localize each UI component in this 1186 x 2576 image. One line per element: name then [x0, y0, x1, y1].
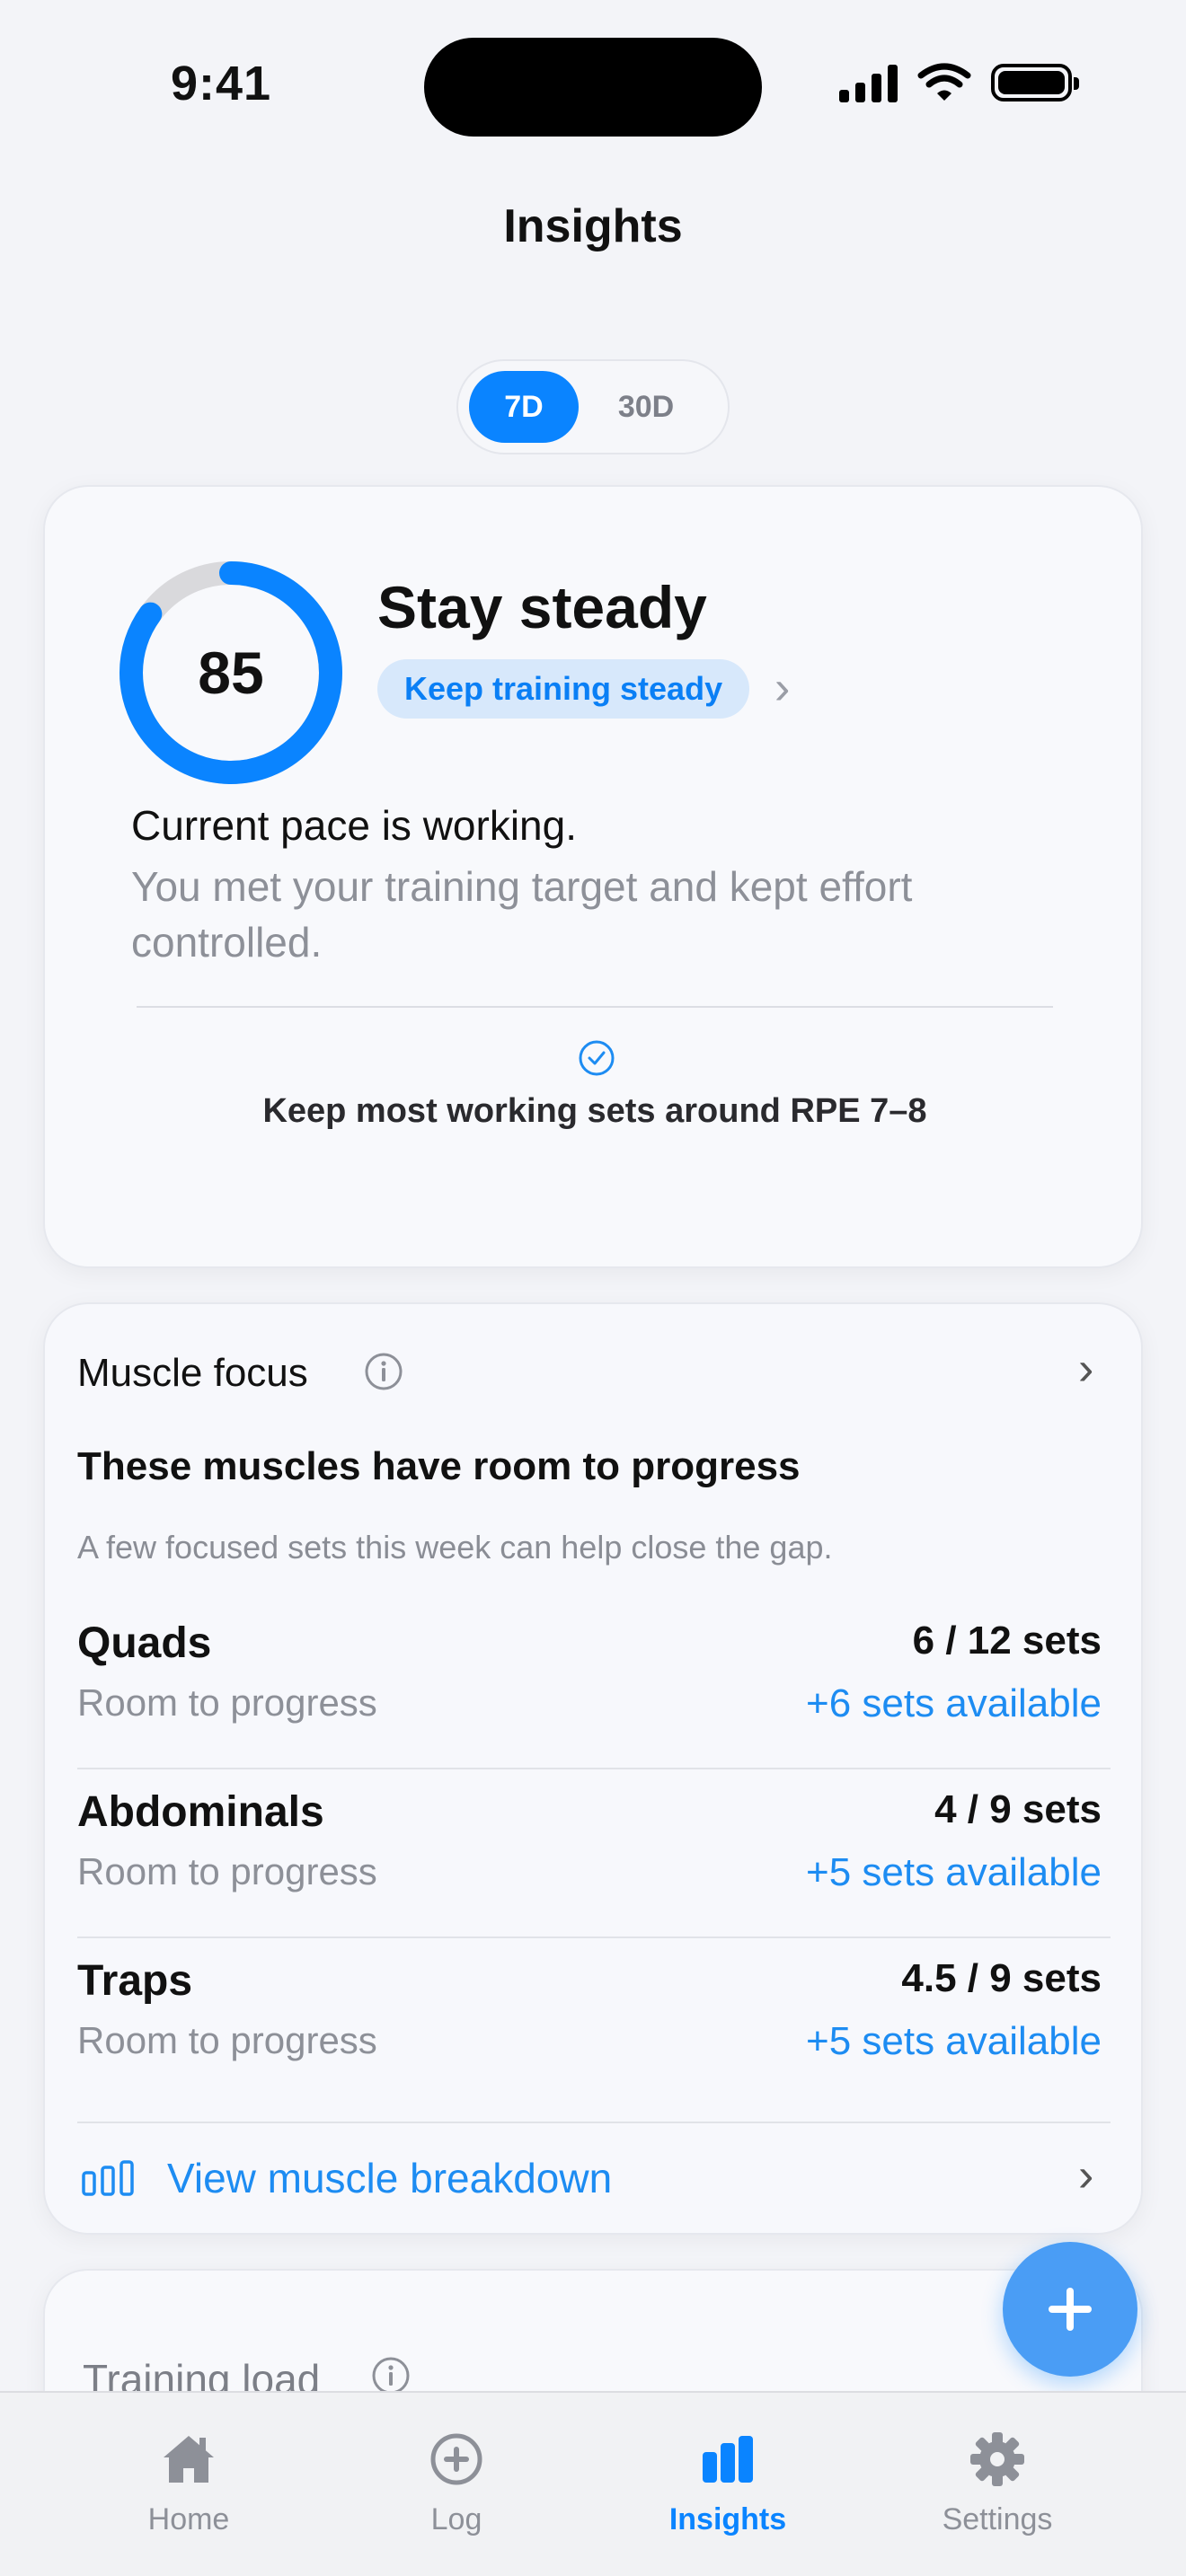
muscle-status: Room to progress — [77, 1681, 377, 1724]
insights-screen: 9:41 Insights 7D 30D 85 Stay steady Keep… — [0, 0, 1186, 2576]
muscle-sets: 4 / 9 sets — [934, 1787, 1102, 1831]
muscle-available: +5 sets available — [806, 1850, 1102, 1894]
muscle-focus-headline: These muscles have room to progress — [77, 1444, 801, 1488]
tab-bar: Home Log Insights Settings — [0, 2391, 1186, 2576]
view-muscle-breakdown-link[interactable]: View muscle breakdown — [81, 2154, 612, 2202]
tab-label: Settings — [942, 2502, 1053, 2536]
muscle-row[interactable]: Abdominals Room to progress 4 / 9 sets +… — [77, 1769, 1111, 1938]
score-title: Stay steady — [377, 574, 707, 640]
wifi-icon — [917, 63, 971, 101]
chevron-right-icon[interactable]: › — [774, 665, 790, 711]
plus-circle-icon — [430, 2433, 482, 2485]
check-circle-icon — [579, 1040, 615, 1076]
muscle-row[interactable]: Quads Room to progress 6 / 12 sets +6 se… — [77, 1601, 1111, 1769]
muscle-sets: 4.5 / 9 sets — [901, 1956, 1102, 2000]
muscle-row[interactable]: Traps Room to progress 4.5 / 9 sets +5 s… — [77, 1938, 1111, 2107]
page-title: Insights — [503, 200, 683, 252]
breakdown-divider — [77, 2122, 1111, 2123]
muscle-status: Room to progress — [77, 1850, 377, 1892]
tab-label: Insights — [668, 2502, 787, 2536]
muscle-focus-subtitle: A few focused sets this week can help cl… — [77, 1529, 833, 1566]
pace-title: Current pace is working. — [131, 802, 577, 849]
tab-settings[interactable]: Settings — [898, 2429, 1096, 2537]
range-segmented-control: 7D 30D — [456, 359, 730, 454]
tab-label: Home — [147, 2502, 230, 2536]
add-workout-button[interactable] — [1003, 2242, 1137, 2377]
dynamic-island — [424, 38, 762, 137]
tab-log[interactable]: Log — [358, 2429, 555, 2537]
tab-label: Log — [430, 2502, 482, 2536]
recommendation-pill[interactable]: Keep training steady — [377, 659, 750, 719]
muscle-available: +5 sets available — [806, 2019, 1102, 2063]
range-option-7d[interactable]: 7D — [469, 371, 579, 443]
muscle-name: Abdominals — [77, 1788, 324, 1836]
info-icon[interactable] — [363, 1351, 404, 1392]
readiness-card: 85 Stay steady Keep training steady › Cu… — [43, 485, 1143, 1268]
muscle-status: Room to progress — [77, 2019, 377, 2061]
status-icons — [839, 63, 1079, 102]
chevron-right-icon[interactable]: › — [1078, 1342, 1093, 1396]
muscle-name: Traps — [77, 1957, 193, 2005]
muscle-available: +6 sets available — [806, 1681, 1102, 1725]
bar-chart-icon — [82, 2160, 134, 2196]
tab-home[interactable]: Home — [90, 2429, 288, 2537]
muscle-sets: 6 / 12 sets — [912, 1619, 1102, 1663]
gear-icon — [970, 2432, 1024, 2486]
status-time: 9:41 — [171, 57, 272, 110]
home-icon — [164, 2436, 214, 2483]
tab-insights[interactable]: Insights — [629, 2429, 827, 2537]
battery-icon — [991, 64, 1079, 101]
chevron-right-icon[interactable]: › — [1078, 2148, 1093, 2202]
muscle-focus-title: Muscle focus — [77, 1351, 308, 1395]
training-tip: Keep most working sets around RPE 7–8 — [262, 1092, 927, 1130]
muscle-focus-card[interactable]: Muscle focus › These muscles have room t… — [43, 1302, 1143, 2235]
card-divider — [137, 1006, 1053, 1008]
plus-icon — [1049, 2288, 1092, 2331]
muscle-name: Quads — [77, 1619, 212, 1667]
range-option-30d[interactable]: 30D — [591, 371, 701, 443]
bar-chart-icon — [703, 2436, 753, 2483]
cellular-signal-icon — [839, 63, 898, 102]
breakdown-label: View muscle breakdown — [167, 2155, 613, 2201]
score-value: 85 — [198, 640, 264, 706]
pace-description: You met your training target and kept ef… — [131, 863, 913, 966]
